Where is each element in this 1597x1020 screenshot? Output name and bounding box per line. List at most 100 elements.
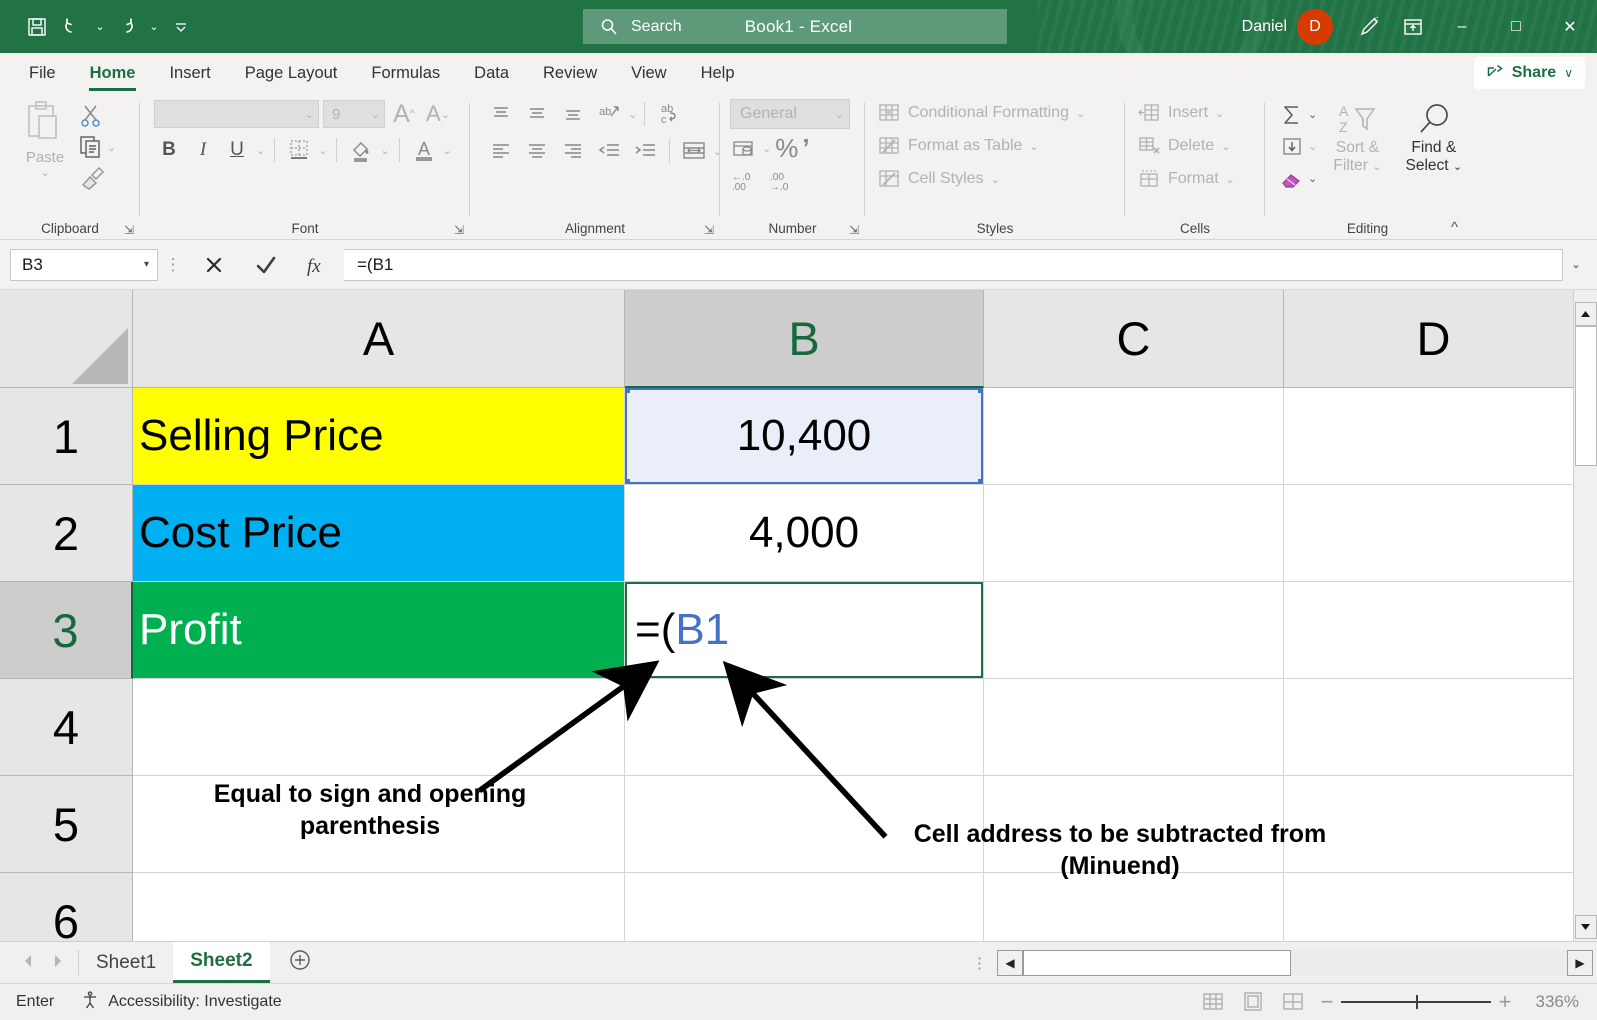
resize-handle-top-left[interactable] xyxy=(625,388,630,393)
expand-formula-bar-icon[interactable]: ⌄ xyxy=(1563,258,1589,271)
undo-icon[interactable] xyxy=(56,10,90,44)
accessibility-status[interactable]: Accessibility: Investigate xyxy=(80,990,282,1015)
tab-home[interactable]: Home xyxy=(73,53,153,93)
column-header-b[interactable]: B xyxy=(625,290,984,388)
borders-caret-icon[interactable]: ⌄ xyxy=(318,144,327,157)
sheet-tab-sheet1[interactable]: Sheet1 xyxy=(79,942,173,983)
format-cells-caret-icon[interactable]: ⌄ xyxy=(1226,173,1235,186)
bold-button[interactable]: B xyxy=(154,135,184,165)
column-header-d[interactable]: D xyxy=(1284,290,1573,388)
font-color-caret-icon[interactable]: ⌄ xyxy=(443,144,452,157)
cell-styles-caret-icon[interactable]: ⌄ xyxy=(991,173,1000,186)
column-header-a[interactable]: A xyxy=(133,290,625,388)
previous-sheet-icon[interactable] xyxy=(22,954,35,971)
cell-b3[interactable]: =(B1 xyxy=(625,582,984,679)
delete-cells-button[interactable]: Delete ⌄ xyxy=(1137,132,1230,160)
cell-d6[interactable] xyxy=(1284,873,1573,941)
cell-a6[interactable] xyxy=(133,873,625,941)
cell-c2[interactable] xyxy=(984,485,1284,582)
hscroll-right-arrow-icon[interactable]: ▶ xyxy=(1567,949,1593,976)
delete-cells-caret-icon[interactable]: ⌄ xyxy=(1221,140,1230,153)
row-header-4[interactable]: 4 xyxy=(0,679,133,776)
wrap-text-icon[interactable]: ab c xyxy=(652,99,686,129)
vertical-scroll-thumb[interactable] xyxy=(1574,326,1597,466)
autosum-button[interactable]: ⌄ xyxy=(1279,99,1317,130)
row-header-1[interactable]: 1 xyxy=(0,388,133,485)
orientation-caret-icon[interactable]: ⌄ xyxy=(628,108,637,121)
clear-caret-icon[interactable]: ⌄ xyxy=(1308,172,1317,185)
column-header-c[interactable]: C xyxy=(984,290,1284,388)
paste-button[interactable]: Paste ⌄ xyxy=(14,99,76,179)
cell-c1[interactable] xyxy=(984,388,1284,485)
cell-c5[interactable] xyxy=(984,776,1284,873)
align-top-icon[interactable] xyxy=(484,99,518,129)
share-caret-icon[interactable]: ∨ xyxy=(1564,66,1573,80)
normal-view-icon[interactable] xyxy=(1193,987,1233,1017)
scrollbar-splitter[interactable]: ⋮ xyxy=(962,942,997,983)
insert-function-fx-icon[interactable]: fx xyxy=(292,249,344,281)
font-dialog-launcher-icon[interactable]: ⇲ xyxy=(454,223,464,237)
minimize-button[interactable]: – xyxy=(1435,0,1489,53)
cell-c3[interactable] xyxy=(984,582,1284,679)
borders-icon[interactable] xyxy=(284,135,314,165)
font-size-input[interactable]: 9 ⌄ xyxy=(323,100,385,128)
row-header-5[interactable]: 5 xyxy=(0,776,133,873)
cell-a4[interactable] xyxy=(133,679,625,776)
format-as-table-caret-icon[interactable]: ⌄ xyxy=(1029,140,1038,153)
format-as-table-button[interactable]: Format as Table ⌄ xyxy=(877,132,1039,160)
cell-b1[interactable]: 10,400 xyxy=(625,388,984,485)
grid[interactable]: A B C D 1 Selling Price 10,400 2 Cost Pr… xyxy=(0,290,1573,941)
copy-caret-icon[interactable]: ⌄ xyxy=(107,141,116,154)
tab-data[interactable]: Data xyxy=(457,53,526,93)
scroll-down-arrow-icon[interactable] xyxy=(1574,915,1597,939)
fill-color-caret-icon[interactable]: ⌄ xyxy=(380,144,389,157)
hscroll-left-arrow-icon[interactable]: ◀ xyxy=(997,949,1023,976)
number-format-caret-icon[interactable]: ⌄ xyxy=(835,108,844,121)
cell-c6[interactable] xyxy=(984,873,1284,941)
autosum-caret-icon[interactable]: ⌄ xyxy=(1308,108,1317,121)
increase-decimal-icon[interactable]: ←.0.00 xyxy=(730,168,764,194)
tab-formulas[interactable]: Formulas xyxy=(354,53,457,93)
merge-and-center-icon[interactable] xyxy=(677,136,711,166)
cell-b4[interactable] xyxy=(625,679,984,776)
cancel-x-icon[interactable] xyxy=(188,249,240,281)
vertical-scrollbar[interactable] xyxy=(1573,290,1597,941)
increase-indent-icon[interactable] xyxy=(628,136,662,166)
cell-a1[interactable]: Selling Price xyxy=(133,388,625,485)
tab-review[interactable]: Review xyxy=(526,53,614,93)
copy-button[interactable]: ⌄ xyxy=(78,132,116,162)
cell-editor-b3[interactable]: =(B1 xyxy=(625,582,983,678)
tab-view[interactable]: View xyxy=(614,53,683,93)
row-header-3[interactable]: 3 xyxy=(0,582,133,679)
insert-cells-caret-icon[interactable]: ⌄ xyxy=(1215,107,1224,120)
horizontal-scroll-track[interactable] xyxy=(1023,949,1567,976)
align-left-icon[interactable] xyxy=(484,136,518,166)
select-all-corner[interactable] xyxy=(0,290,133,388)
cell-b5[interactable] xyxy=(625,776,984,873)
font-size-caret-icon[interactable]: ⌄ xyxy=(371,108,380,121)
clear-button[interactable]: ⌄ xyxy=(1279,163,1317,194)
share-button[interactable]: Share ∨ xyxy=(1473,57,1585,89)
search-input[interactable]: Search xyxy=(583,9,1007,44)
cell-b2[interactable]: 4,000 xyxy=(625,485,984,582)
sort-and-filter-button[interactable]: A Z Sort & Filter ⌄ xyxy=(1321,99,1393,175)
conditional-formatting-button[interactable]: Conditional Formatting ⌄ xyxy=(877,99,1085,127)
cell-d3[interactable] xyxy=(1284,582,1573,679)
tab-file[interactable]: File xyxy=(12,53,73,93)
fill-caret-icon[interactable]: ⌄ xyxy=(1308,140,1317,153)
text-orientation-icon[interactable]: ab xyxy=(592,99,626,129)
customize-quick-access-toolbar-icon[interactable] xyxy=(164,10,198,44)
avatar[interactable]: D xyxy=(1297,8,1333,45)
find-and-select-button[interactable]: Find & Select ⌄ xyxy=(1398,99,1470,175)
percent-style-button[interactable]: % xyxy=(775,133,798,164)
align-bottom-icon[interactable] xyxy=(556,99,590,129)
shrink-font-icon[interactable]: A ⌄ xyxy=(423,99,453,129)
horizontal-scroll-thumb[interactable] xyxy=(1023,949,1291,976)
cell-a2[interactable]: Cost Price xyxy=(133,485,625,582)
zoom-out-button[interactable]: − xyxy=(1313,989,1341,1015)
fill-button[interactable]: ⌄ xyxy=(1279,131,1317,162)
decrease-indent-icon[interactable] xyxy=(592,136,626,166)
cell-d2[interactable] xyxy=(1284,485,1573,582)
tab-help[interactable]: Help xyxy=(684,53,752,93)
underline-caret-icon[interactable]: ⌄ xyxy=(256,144,265,157)
